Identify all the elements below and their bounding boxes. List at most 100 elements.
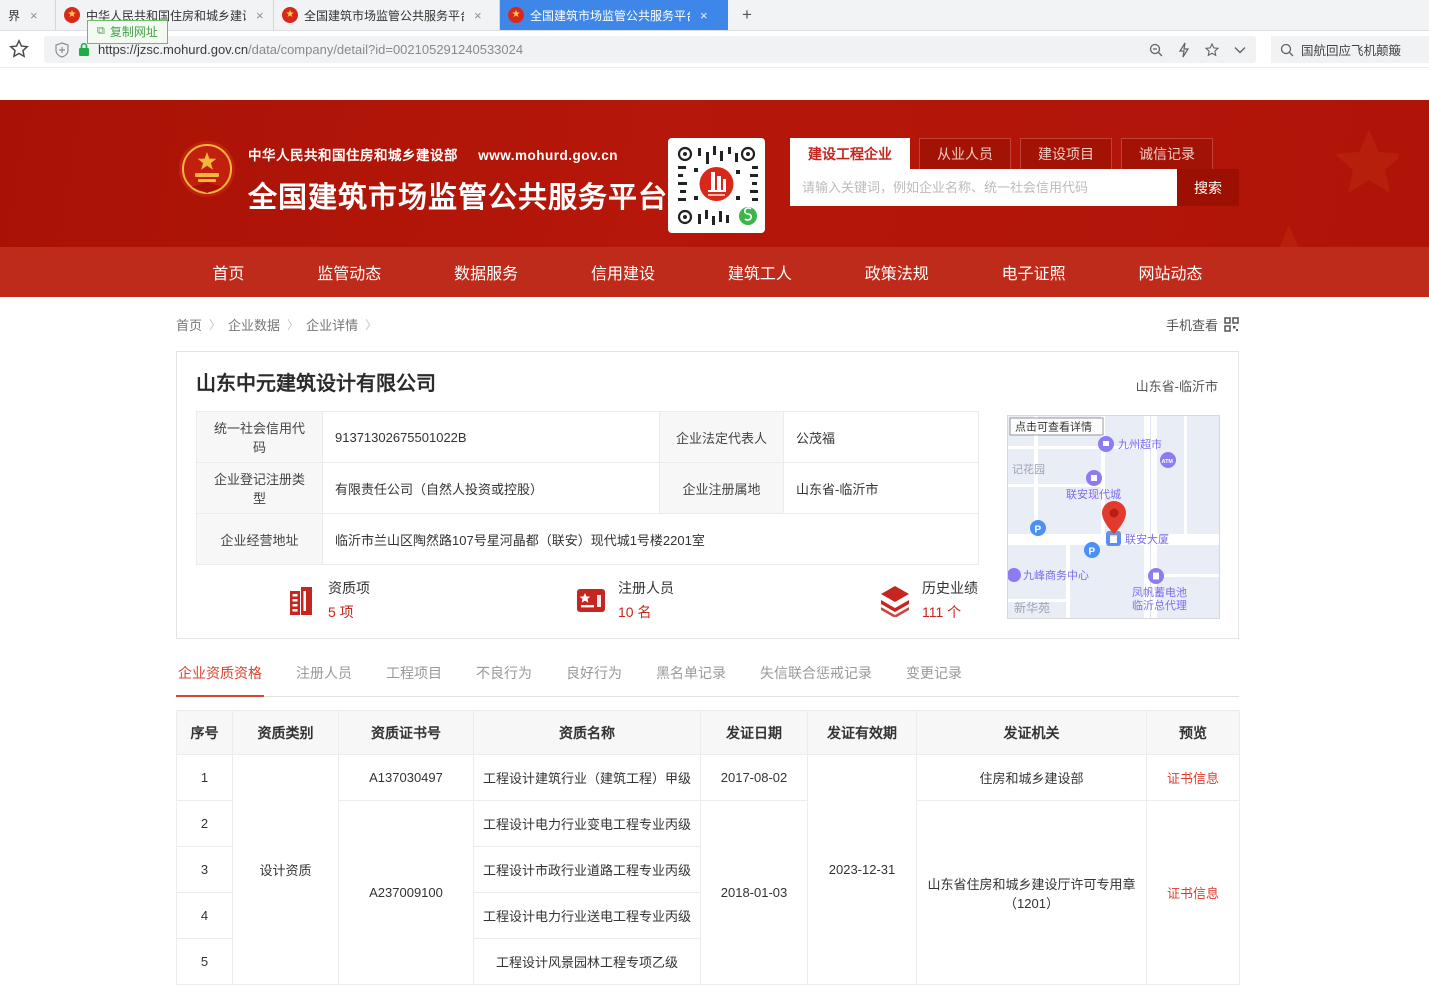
search-tab-project[interactable]: 建设项目 — [1020, 138, 1112, 169]
map-label: 新华苑 — [1014, 600, 1050, 615]
stat-label: 资质项 — [328, 578, 370, 598]
tab-projects[interactable]: 工程项目 — [384, 663, 444, 696]
nav-policy[interactable]: 政策法规 — [865, 260, 929, 284]
qual-name: 工程设计电力行业变电工程专业丙级 — [474, 801, 701, 847]
ministry-url: www.mohurd.gov.cn — [478, 148, 618, 163]
browser-tab-2[interactable]: ★ 全国建筑市场监管公共服务平台 × — [274, 0, 500, 30]
nav-e-license[interactable]: 电子证照 — [1002, 260, 1066, 284]
lightning-icon[interactable] — [1178, 42, 1190, 58]
site-safety-icon[interactable] — [54, 42, 70, 58]
location-map[interactable]: 记花园 九州超市 ATM 联安现代城 P P 联安大厦 九峰商务中心 新华苑 — [1007, 415, 1220, 619]
gov-emblem-favicon: ★ — [282, 7, 298, 23]
validity-date: 2023-12-31 — [808, 755, 917, 985]
map-label: ATM — [1162, 459, 1174, 465]
map-label: 临沂总代理 — [1132, 598, 1187, 612]
certificate-info-link[interactable]: 证书信息 — [1167, 886, 1219, 901]
breadcrumb-home[interactable]: 首页 — [176, 315, 202, 334]
zoom-out-icon[interactable] — [1148, 42, 1164, 58]
search-button[interactable]: 搜索 — [1177, 169, 1239, 206]
qr-code — [668, 138, 765, 233]
col-header: 预览 — [1147, 711, 1240, 755]
col-header: 资质名称 — [474, 711, 701, 755]
breadcrumb: 首页 〉 企业数据 〉 企业详情 〉 手机查看 — [176, 314, 1239, 334]
company-summary-card: 山东中元建筑设计有限公司 山东省-临沂市 统一社会信用代码 9137130267… — [176, 351, 1239, 639]
row-no: 2 — [177, 801, 233, 847]
col-header: 资质证书号 — [339, 711, 474, 755]
main-navigation: 首页 监管动态 数据服务 信用建设 建筑工人 政策法规 电子证照 网站动态 — [0, 247, 1429, 297]
nav-workers[interactable]: 建筑工人 — [728, 260, 792, 284]
nav-site-news[interactable]: 网站动态 — [1139, 260, 1203, 284]
company-name: 山东中元建筑设计有限公司 — [196, 367, 1219, 396]
search-category-tabs: 建设工程企业 从业人员 建设项目 诚信记录 — [790, 138, 1239, 169]
national-emblem-logo — [178, 140, 236, 198]
browser-tab-3-active[interactable]: ★ 全国建筑市场监管公共服务平台 × — [500, 0, 728, 30]
nav-data-service[interactable]: 数据服务 — [454, 260, 518, 284]
tab-close-icon[interactable]: × — [700, 8, 708, 23]
url-path: /data/company/detail?id=0021052912405330… — [248, 42, 1136, 57]
site-branding: 中华人民共和国住房和城乡建设部 www.mohurd.gov.cn 全国建筑市场… — [248, 144, 668, 216]
issuing-authority: 住房和城乡建设部 — [917, 755, 1147, 801]
qual-category: 设计资质 — [233, 755, 339, 985]
new-tab-button[interactable]: + — [728, 0, 766, 30]
cert-no: A137030497 — [339, 755, 474, 801]
table-header-row: 序号 资质类别 资质证书号 资质名称 发证日期 发证有效期 发证机关 预览 — [177, 711, 1240, 755]
mobile-view-link[interactable]: 手机查看 — [1166, 315, 1239, 334]
field-value: 公茂福 — [784, 412, 979, 463]
tab-dishonesty[interactable]: 失信联合惩戒记录 — [758, 663, 874, 696]
keyword-search-input[interactable] — [790, 169, 1177, 206]
stat-qualifications[interactable]: 资质项5 项 — [284, 578, 370, 622]
tab-good-behavior[interactable]: 良好行为 — [564, 663, 624, 696]
map-label: 凤帆蓄电池 — [1132, 585, 1187, 599]
map-label: 九峰商务中心 — [1023, 568, 1089, 582]
nav-supervision[interactable]: 监管动态 — [317, 260, 381, 284]
qualification-table: 序号 资质类别 资质证书号 资质名称 发证日期 发证有效期 发证机关 预览 1 … — [176, 710, 1240, 985]
tab-close-icon[interactable]: × — [256, 8, 264, 23]
stat-registered-personnel[interactable]: 注册人员10 名 — [574, 578, 674, 622]
stat-value: 111 个 — [922, 602, 978, 622]
map-label: 九州超市 — [1118, 437, 1162, 451]
chevron-down-icon[interactable] — [1234, 46, 1246, 54]
tab-qualifications[interactable]: 企业资质资格 — [176, 663, 264, 697]
breadcrumb-company-detail[interactable]: 企业详情 — [306, 315, 358, 334]
tab-close-icon[interactable]: × — [474, 8, 482, 23]
bookmarks-star-icon[interactable] — [8, 38, 30, 60]
table-row: 企业登记注册类型 有限责任公司（自然人投资或控股） 企业注册属地 山东省-临沂市 — [197, 463, 979, 514]
field-label: 企业登记注册类型 — [197, 463, 323, 514]
tab-title: 界 — [8, 7, 20, 24]
tab-bad-behavior[interactable]: 不良行为 — [474, 663, 534, 696]
nav-home[interactable]: 首页 — [212, 260, 244, 284]
stat-track-record[interactable]: 历史业绩111 个 — [878, 578, 978, 622]
search-tab-personnel[interactable]: 从业人员 — [919, 138, 1011, 169]
qual-name: 工程设计市政行业道路工程专业丙级 — [474, 847, 701, 893]
col-header: 发证有效期 — [808, 711, 917, 755]
hot-search-box[interactable]: 国航回应飞机颠簸 — [1271, 36, 1429, 63]
tab-change-records[interactable]: 变更记录 — [904, 663, 964, 696]
browser-tab-bar: 界 × ★ 中华人民共和国住房和城乡建设 × ★ 全国建筑市场监管公共服务平台 … — [0, 0, 1429, 31]
breadcrumb-company-data[interactable]: 企业数据 — [228, 315, 280, 334]
search-tab-credit[interactable]: 诚信记录 — [1121, 138, 1213, 169]
field-label: 统一社会信用代码 — [197, 412, 323, 463]
issuing-authority: 山东省住房和城乡建设厅许可专用章 （1201） — [917, 801, 1147, 985]
https-lock-icon — [78, 42, 90, 57]
flag-star-decoration — [1229, 130, 1399, 247]
nav-credit[interactable]: 信用建设 — [591, 260, 655, 284]
copy-icon: ⧉ — [97, 25, 105, 38]
field-label: 企业法定代表人 — [660, 412, 784, 463]
qual-name: 工程设计风景园林工程专项乙级 — [474, 939, 701, 985]
favorite-star-icon[interactable] — [1204, 42, 1220, 58]
tab-close-icon[interactable]: × — [30, 8, 38, 23]
copy-url-tooltip[interactable]: ⧉ 复制网址 — [87, 20, 168, 44]
certificate-info-link[interactable]: 证书信息 — [1167, 771, 1219, 786]
row-no: 4 — [177, 893, 233, 939]
tab-blacklist[interactable]: 黑名单记录 — [654, 663, 728, 696]
col-header: 发证日期 — [701, 711, 808, 755]
tab-registered-personnel[interactable]: 注册人员 — [294, 663, 354, 696]
parking-icon: P — [1035, 525, 1042, 536]
table-row: 统一社会信用代码 91371302675501022B 企业法定代表人 公茂福 — [197, 412, 979, 463]
address-bar[interactable]: https://jzsc.mohurd.gov.cn /data/company… — [44, 36, 1256, 63]
issue-date: 2017-08-02 — [701, 755, 808, 801]
browser-tab-0[interactable]: 界 × — [0, 0, 56, 30]
field-label: 企业经营地址 — [197, 514, 323, 565]
gov-emblem-favicon: ★ — [64, 7, 80, 23]
search-tab-enterprise[interactable]: 建设工程企业 — [790, 138, 910, 169]
